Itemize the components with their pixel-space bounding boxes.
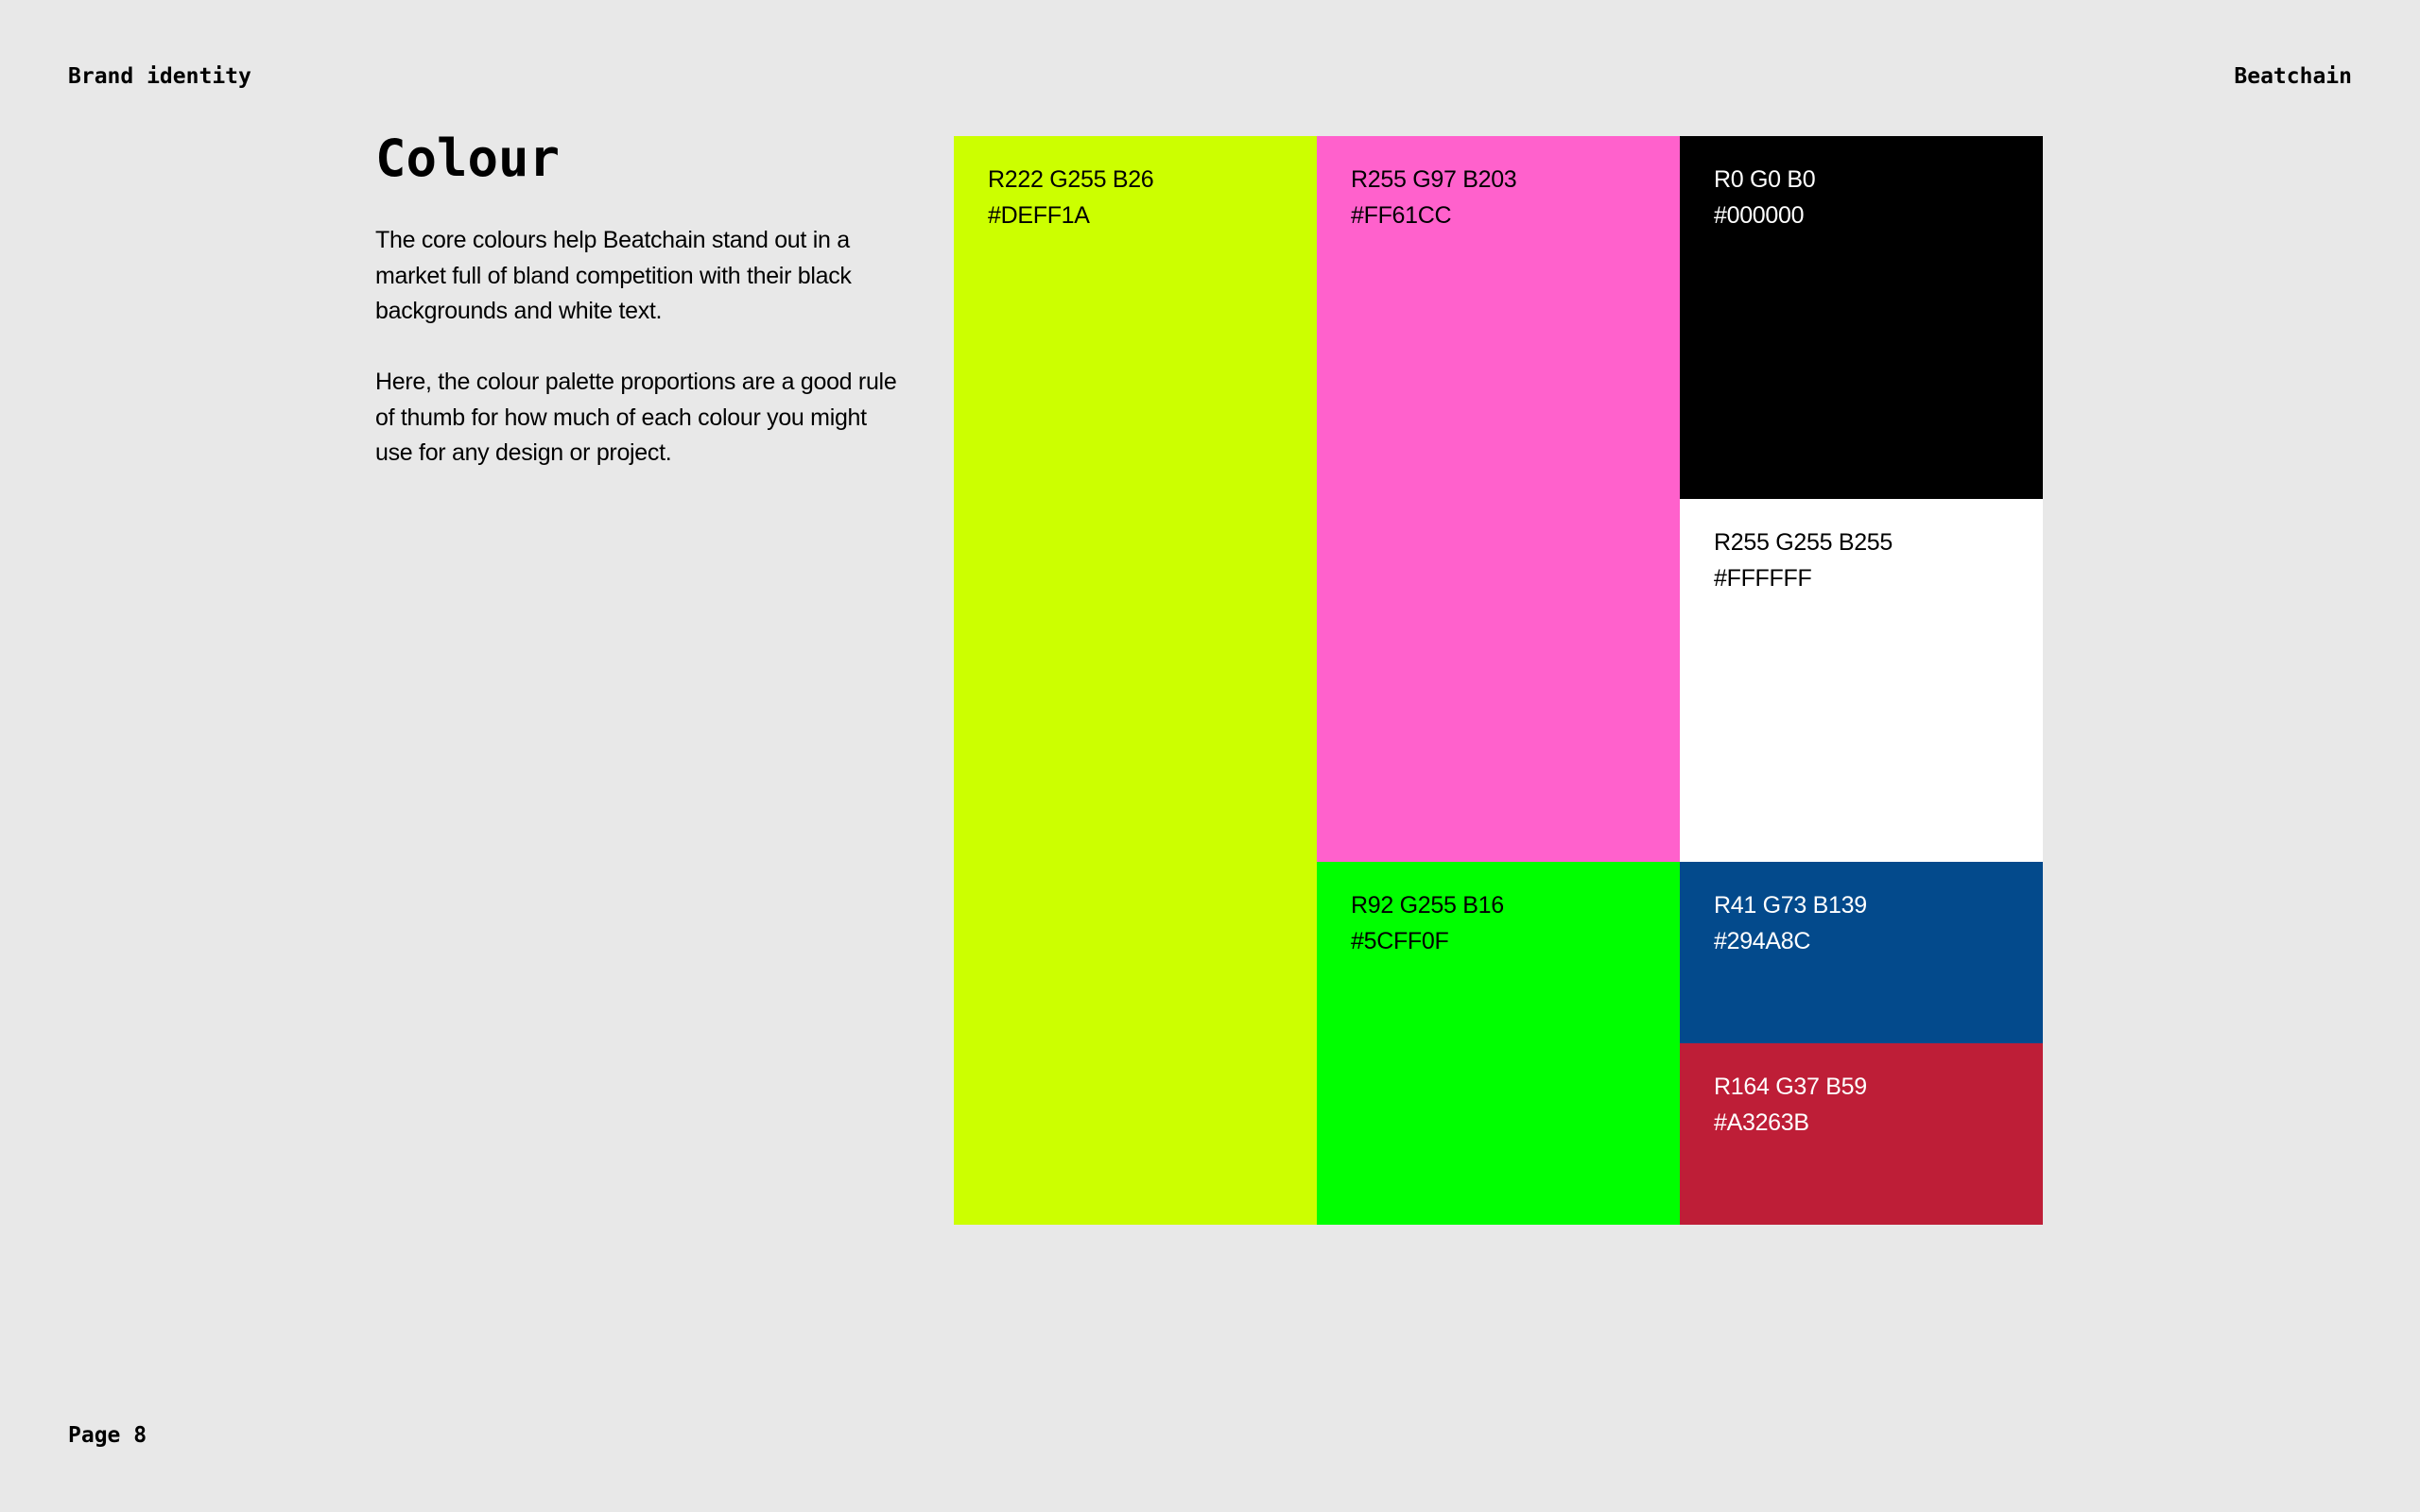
intro-paragraph-1: The core colours help Beatchain stand ou… <box>375 227 852 324</box>
swatch-rgb-label: R92 G255 B16 <box>1351 892 1504 919</box>
swatch-rgb-label: R41 G73 B139 <box>1714 892 1867 919</box>
swatch-black: R0 G0 B0 #000000 <box>1680 136 2043 499</box>
brand-name: Beatchain <box>2234 64 2352 89</box>
swatch-hex-label: #FFFFFF <box>1714 565 1812 592</box>
swatch-blue: R41 G73 B139 #294A8C <box>1680 862 2043 1043</box>
swatch-white: R255 G255 B255 #FFFFFF <box>1680 499 2043 862</box>
intro-paragraph-2: Here, the colour palette proportions are… <box>375 369 897 466</box>
swatch-rgb-label: R0 G0 B0 <box>1714 166 1816 193</box>
swatch-rgb-label: R255 G97 B203 <box>1351 166 1517 193</box>
swatch-hex-label: #DEFF1A <box>988 202 1090 229</box>
swatch-lime: R222 G255 B26 #DEFF1A <box>954 136 1317 1225</box>
swatch-hex-label: #5CFF0F <box>1351 928 1449 954</box>
swatch-hex-label: #FF61CC <box>1351 202 1452 229</box>
swatch-green: R92 G255 B16 #5CFF0F <box>1317 862 1680 1225</box>
section-label: Brand identity <box>68 64 251 89</box>
page-number: Page 8 <box>68 1423 147 1448</box>
swatch-hex-label: #294A8C <box>1714 928 1811 954</box>
swatch-red: R164 G37 B59 #A3263B <box>1680 1043 2043 1225</box>
swatch-hex-label: #000000 <box>1714 202 1805 229</box>
page-title: Colour <box>375 129 561 188</box>
swatch-rgb-label: R255 G255 B255 <box>1714 529 1893 556</box>
swatch-rgb-label: R164 G37 B59 <box>1714 1074 1867 1100</box>
swatch-hex-label: #A3263B <box>1714 1109 1809 1136</box>
swatch-rgb-label: R222 G255 B26 <box>988 166 1154 193</box>
swatch-pink: R255 G97 B203 #FF61CC <box>1317 136 1680 862</box>
